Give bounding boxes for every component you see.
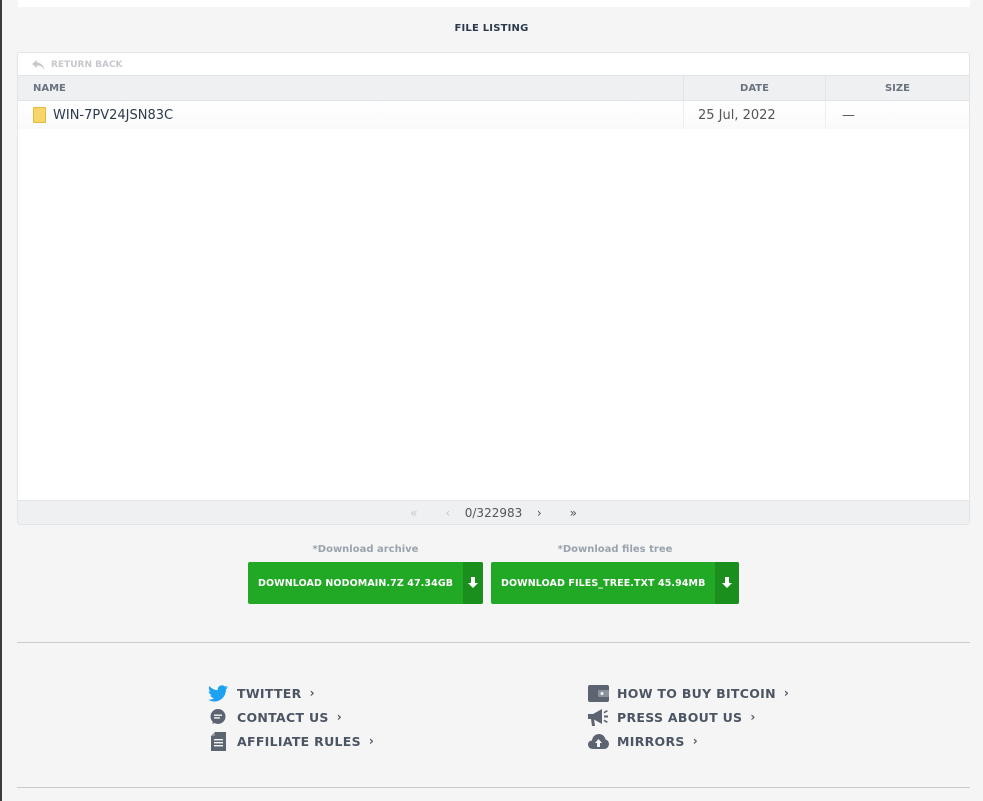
- twitter-icon: [207, 683, 229, 703]
- download-archive-group: *Download archive DOWNLOAD NODOMAIN.7Z 4…: [248, 544, 483, 604]
- file-name-cell[interactable]: WIN-7PV24JSN83C: [18, 101, 684, 129]
- column-header-size[interactable]: SIZE: [826, 76, 969, 100]
- megaphone-icon: [587, 707, 609, 727]
- download-icon: [715, 562, 739, 604]
- download-tree-button[interactable]: DOWNLOAD FILES_TREE.TXT 45.94MB: [491, 562, 739, 604]
- footer-divider-bottom: [17, 787, 970, 788]
- affiliate-rules-label: AFFILIATE RULES: [237, 733, 361, 749]
- column-header-name[interactable]: NAME: [18, 76, 684, 100]
- return-back-label: RETURN BACK: [51, 60, 123, 70]
- folder-icon: [33, 107, 46, 123]
- chevron-right-icon: ›: [750, 710, 756, 724]
- footer-divider-top: [17, 642, 970, 643]
- page-info: 0/322983: [464, 505, 523, 520]
- pagination: « ‹ 0/322983 › »: [18, 500, 969, 524]
- press-about-us-label: PRESS ABOUT US: [617, 709, 743, 725]
- download-archive-label: DOWNLOAD NODOMAIN.7Z 47.34GB: [258, 577, 454, 589]
- wallet-icon: [587, 683, 609, 703]
- mirrors-link[interactable]: MIRRORS ›: [587, 729, 789, 753]
- chat-icon: [207, 707, 229, 727]
- chevron-right-icon: ›: [336, 710, 342, 724]
- how-to-buy-bitcoin-link[interactable]: HOW TO BUY BITCOIN ›: [587, 681, 789, 705]
- twitter-label: TWITTER: [237, 685, 302, 701]
- download-icon: [463, 562, 483, 604]
- download-tree-label: DOWNLOAD FILES_TREE.TXT 45.94MB: [501, 577, 706, 589]
- file-size: —: [842, 107, 855, 123]
- section-title: FILE LISTING: [454, 23, 529, 34]
- twitter-link[interactable]: TWITTER ›: [207, 681, 374, 705]
- next-page-button[interactable]: ›: [532, 506, 546, 520]
- cloud-upload-icon: [587, 731, 609, 751]
- last-page-button[interactable]: »: [566, 506, 580, 520]
- table-row[interactable]: WIN-7PV24JSN83C 25 Jul, 2022 —: [18, 101, 969, 129]
- how-to-buy-bitcoin-label: HOW TO BUY BITCOIN: [617, 685, 776, 701]
- download-archive-button[interactable]: DOWNLOAD NODOMAIN.7Z 47.34GB: [248, 562, 483, 604]
- chevron-right-icon: ›: [368, 734, 375, 748]
- column-header-date[interactable]: DATE: [684, 76, 826, 100]
- file-listing-panel: RETURN BACK NAME DATE SIZE WIN-7PV24JSN8…: [17, 52, 970, 525]
- chevron-right-icon: ›: [783, 686, 790, 700]
- contact-us-link[interactable]: CONTACT US ›: [207, 705, 374, 729]
- press-about-us-link[interactable]: PRESS ABOUT US ›: [587, 705, 789, 729]
- chevron-right-icon: ›: [309, 686, 315, 700]
- return-back-link[interactable]: RETURN BACK: [32, 58, 123, 72]
- document-icon: [207, 731, 229, 751]
- file-date: 25 Jul, 2022: [684, 101, 826, 129]
- first-page-button[interactable]: «: [407, 506, 421, 520]
- download-archive-note: *Download archive: [312, 544, 419, 555]
- footer-links-right: HOW TO BUY BITCOIN › PRESS ABOUT US › MI…: [587, 681, 789, 753]
- top-card-edge: [18, 0, 970, 7]
- contact-us-label: CONTACT US: [237, 709, 329, 725]
- affiliate-rules-link[interactable]: AFFILIATE RULES ›: [207, 729, 374, 753]
- prev-page-button[interactable]: ‹: [441, 506, 455, 520]
- download-tree-group: *Download files tree DOWNLOAD FILES_TREE…: [491, 544, 739, 604]
- window-left-border: [0, 0, 2, 801]
- footer-links-left: TWITTER › CONTACT US › AFFILIATE RULES ›: [207, 681, 374, 753]
- return-back-icon: [32, 59, 45, 70]
- file-name: WIN-7PV24JSN83C: [53, 107, 174, 123]
- download-tree-note: *Download files tree: [557, 544, 673, 555]
- table-header: NAME DATE SIZE: [18, 75, 969, 101]
- mirrors-label: MIRRORS: [617, 733, 685, 749]
- chevron-right-icon: ›: [692, 734, 698, 748]
